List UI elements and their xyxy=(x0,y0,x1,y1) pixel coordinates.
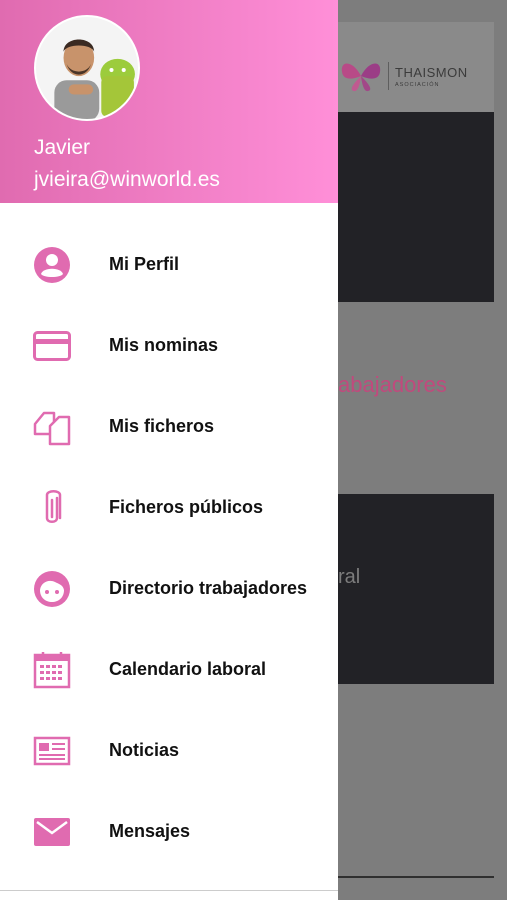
drawer-header: Javier jvieira@winworld.es xyxy=(0,0,338,203)
menu-item-calendario-laboral[interactable]: Calendario laboral xyxy=(0,629,338,710)
user-circle-icon xyxy=(32,245,72,285)
menu-item-label: Mensajes xyxy=(109,821,191,841)
navigation-drawer: Javier jvieira@winworld.es Mi Perfil Mis… xyxy=(0,0,338,900)
menu-item-label: Directorio trabajadores xyxy=(109,578,308,598)
menu-item-label: Noticias xyxy=(109,740,180,760)
menu-item-label: Ficheros públicos xyxy=(109,497,264,517)
face-icon xyxy=(32,569,72,609)
menu-item-mi-perfil[interactable]: Mi Perfil xyxy=(0,224,338,305)
files-icon xyxy=(32,407,72,447)
user-name: Javier xyxy=(34,136,91,159)
avatar-icon xyxy=(36,17,138,119)
menu-item-label: Calendario laboral xyxy=(109,659,267,679)
background-card-2 xyxy=(338,494,494,684)
drawer-divider xyxy=(0,890,338,891)
menu-item-noticias[interactable]: Noticias xyxy=(0,710,338,791)
menu-item-label: Mis nominas xyxy=(109,335,219,355)
thaismon-logo: THAISMON ASOCIACIÓN xyxy=(338,56,494,96)
menu-item-mis-ficheros[interactable]: Mis ficheros xyxy=(0,386,338,467)
menu-item-directorio-trabajadores[interactable]: Directorio trabajadores xyxy=(0,548,338,629)
background-card-1 xyxy=(338,112,494,302)
logo-name: THAISMON xyxy=(395,64,468,80)
logo-subtitle: ASOCIACIÓN xyxy=(395,81,440,88)
menu-item-label: Mi Perfil xyxy=(109,254,180,274)
calendar-icon xyxy=(32,650,72,690)
newspaper-icon xyxy=(32,731,72,771)
user-email: jvieira@winworld.es xyxy=(34,168,220,191)
menu-item-ficheros-publicos[interactable]: Ficheros públicos xyxy=(0,467,338,548)
paperclip-icon xyxy=(32,488,72,528)
menu-item-mis-nominas[interactable]: Mis nominas xyxy=(0,305,338,386)
menu-item-mensajes[interactable]: Mensajes xyxy=(0,791,338,872)
butterfly-icon xyxy=(341,63,381,92)
drawer-menu: Mi Perfil Mis nominas Mis ficheros Fiche… xyxy=(0,224,338,872)
mail-icon xyxy=(32,812,72,852)
avatar[interactable] xyxy=(34,15,140,121)
credit-card-icon xyxy=(32,326,72,366)
background-divider xyxy=(338,876,494,878)
menu-item-label: Mis ficheros xyxy=(109,416,215,436)
background-card-text: ral xyxy=(338,566,361,588)
background-section-title: abajadores xyxy=(338,372,447,397)
